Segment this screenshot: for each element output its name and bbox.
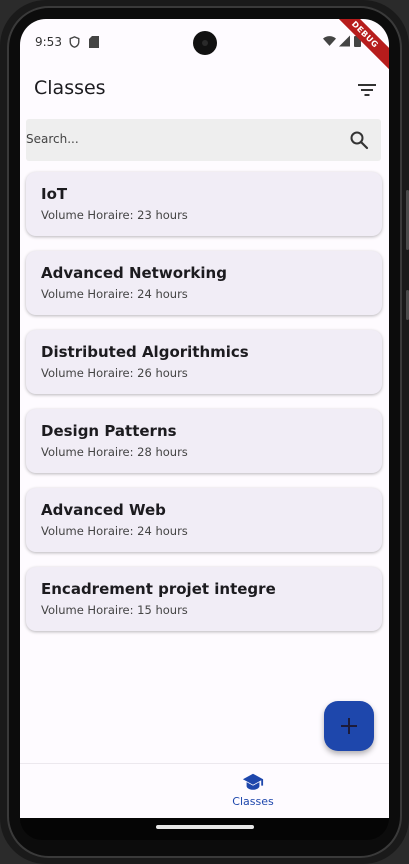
app-bar: Classes — [20, 65, 389, 115]
gesture-area — [20, 818, 389, 840]
class-card[interactable]: Advanced Networking Volume Horaire: 24 h… — [26, 251, 382, 315]
class-name: Advanced Web — [41, 501, 166, 519]
status-time: 9:53 — [35, 35, 62, 49]
class-name: IoT — [41, 185, 68, 203]
class-list: IoT Volume Horaire: 23 hours Advanced Ne… — [26, 172, 382, 646]
class-name: Distributed Algorithmics — [41, 343, 249, 361]
class-name: Advanced Networking — [41, 264, 227, 282]
class-card[interactable]: Design Patterns Volume Horaire: 28 hours — [26, 409, 382, 473]
class-card[interactable]: Advanced Web Volume Horaire: 24 hours — [26, 488, 382, 552]
class-name: Encadrement projet integre — [41, 580, 276, 598]
page-title: Classes — [34, 77, 106, 99]
search-icon[interactable] — [349, 130, 369, 150]
search-input[interactable]: Search... — [26, 132, 79, 146]
search-box[interactable]: Search... — [26, 119, 381, 161]
filter-list-icon — [358, 84, 376, 96]
filter-button[interactable] — [355, 78, 379, 102]
class-hours: Volume Horaire: 24 hours — [41, 287, 188, 301]
signal-icon — [339, 35, 350, 47]
nav-label: Classes — [232, 795, 274, 808]
class-card[interactable]: Encadrement projet integre Volume Horair… — [26, 567, 382, 631]
bottom-navigation: Classes — [20, 763, 389, 818]
app-screen: 9:53 DEBUG Classes Search... IoT Volume … — [20, 19, 389, 818]
class-card[interactable]: Distributed Algorithmics Volume Horaire:… — [26, 330, 382, 394]
status-bar: 9:53 DEBUG — [20, 19, 389, 74]
class-card[interactable]: IoT Volume Horaire: 23 hours — [26, 172, 382, 236]
class-name: Design Patterns — [41, 422, 177, 440]
wifi-icon — [323, 36, 336, 46]
school-icon — [242, 773, 264, 790]
class-hours: Volume Horaire: 24 hours — [41, 524, 188, 538]
sd-card-icon — [89, 36, 99, 48]
class-hours: Volume Horaire: 26 hours — [41, 366, 188, 380]
front-camera — [193, 31, 217, 55]
class-hours: Volume Horaire: 28 hours — [41, 445, 188, 459]
class-hours: Volume Horaire: 15 hours — [41, 603, 188, 617]
class-hours: Volume Horaire: 23 hours — [41, 208, 188, 222]
phone-frame: 9:53 DEBUG Classes Search... IoT Volume … — [0, 0, 409, 864]
shield-icon — [69, 36, 80, 48]
nav-item-classes[interactable]: Classes — [220, 772, 286, 816]
home-gesture-bar[interactable] — [156, 825, 254, 829]
add-class-button[interactable] — [324, 701, 374, 751]
add-icon — [341, 718, 357, 734]
